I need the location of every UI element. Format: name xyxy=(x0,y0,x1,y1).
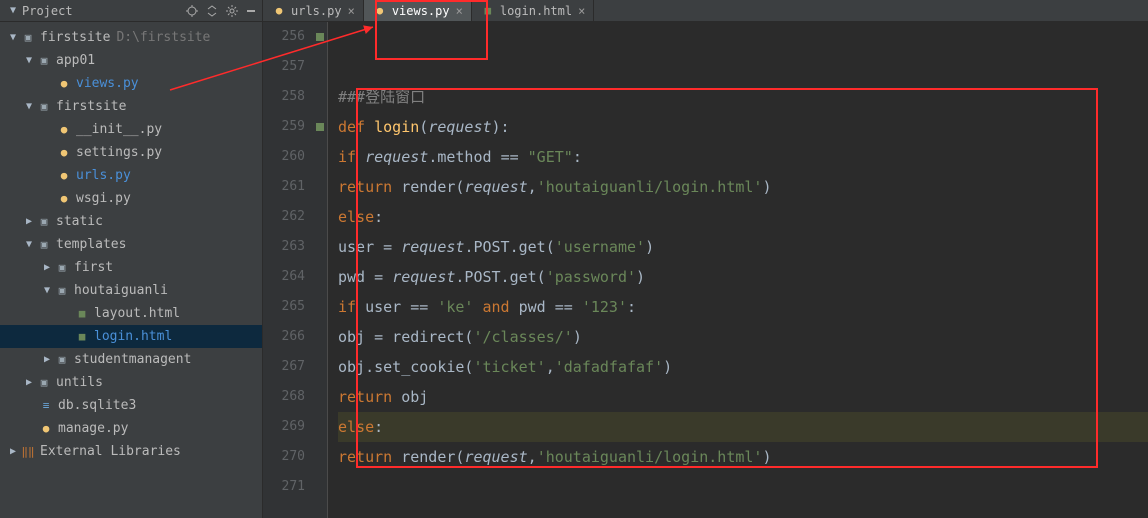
tree-templates[interactable]: ▼▣templates xyxy=(0,233,262,256)
line-number-gutter[interactable]: 256 257 258 259 260 261 262 263 264 265 … xyxy=(263,22,313,518)
vcs-mark-icon xyxy=(316,123,324,131)
tab-urls[interactable]: ●urls.py× xyxy=(263,0,364,21)
tree-manage-py[interactable]: ●manage.py xyxy=(0,417,262,440)
tree-studentmanagent[interactable]: ▶▣studentmanagent xyxy=(0,348,262,371)
locate-icon[interactable] xyxy=(186,5,198,17)
html-file-icon: ■ xyxy=(74,306,90,322)
folder-icon: ▣ xyxy=(36,237,52,253)
close-icon[interactable]: × xyxy=(348,4,355,18)
python-file-icon: ● xyxy=(271,3,287,19)
tree-views-py[interactable]: ●views.py xyxy=(0,72,262,95)
tree-houtaiguanli[interactable]: ▼▣houtaiguanli xyxy=(0,279,262,302)
tree-untils[interactable]: ▶▣untils xyxy=(0,371,262,394)
tree-firstsite[interactable]: ▼▣firstsite xyxy=(0,95,262,118)
html-file-icon: ■ xyxy=(480,3,496,19)
libraries-icon: ‖‖ xyxy=(20,444,36,460)
tab-login-html[interactable]: ■login.html× xyxy=(472,0,594,21)
folder-icon: ▣ xyxy=(36,214,52,230)
folder-icon: ▣ xyxy=(36,99,52,115)
marker-gutter[interactable] xyxy=(313,22,328,518)
tree-wsgi-py[interactable]: ●wsgi.py xyxy=(0,187,262,210)
python-file-icon: ● xyxy=(56,76,72,92)
tree-settings-py[interactable]: ●settings.py xyxy=(0,141,262,164)
folder-icon: ▣ xyxy=(20,30,36,46)
folder-icon: ▣ xyxy=(36,53,52,69)
python-file-icon: ● xyxy=(56,122,72,138)
project-panel-title: Project xyxy=(22,4,73,18)
editor-tabs: ●urls.py× ●views.py× ■login.html× xyxy=(263,0,1148,22)
folder-icon: ▣ xyxy=(54,283,70,299)
folder-icon: ▣ xyxy=(54,352,70,368)
python-file-icon: ● xyxy=(56,191,72,207)
tree-db[interactable]: ≡db.sqlite3 xyxy=(0,394,262,417)
tree-urls-py[interactable]: ●urls.py xyxy=(0,164,262,187)
vcs-mark-icon xyxy=(316,33,324,41)
sidebar-header: ▼ Project xyxy=(0,0,262,22)
tree-root[interactable]: ▼▣ firstsite D:\firstsite xyxy=(0,26,262,49)
folder-icon: ▣ xyxy=(36,375,52,391)
python-file-icon: ● xyxy=(56,145,72,161)
python-file-icon: ● xyxy=(372,3,388,19)
project-tree: ▼▣ firstsite D:\firstsite ▼▣app01 ●views… xyxy=(0,22,262,467)
html-file-icon: ■ xyxy=(74,329,90,345)
tree-login-html[interactable]: ■login.html xyxy=(0,325,262,348)
tree-first[interactable]: ▶▣first xyxy=(0,256,262,279)
collapse-all-icon[interactable] xyxy=(206,5,218,17)
tree-app01[interactable]: ▼▣app01 xyxy=(0,49,262,72)
tree-static[interactable]: ▶▣static xyxy=(0,210,262,233)
tree-external-libraries[interactable]: ▶‖‖External Libraries xyxy=(0,440,262,463)
tab-views[interactable]: ●views.py× xyxy=(364,0,472,21)
project-sidebar: ▼ Project ▼▣ firstsite D:\firstsite ▼▣ap… xyxy=(0,0,263,518)
close-icon[interactable]: × xyxy=(456,4,463,18)
editor-area: ●urls.py× ●views.py× ■login.html× 256 25… xyxy=(263,0,1148,518)
code-editor[interactable]: ###登陆窗口 def login(request): if request.m… xyxy=(328,22,1148,518)
database-icon: ≡ xyxy=(38,398,54,414)
tree-layout-html[interactable]: ■layout.html xyxy=(0,302,262,325)
tree-init-py[interactable]: ●__init__.py xyxy=(0,118,262,141)
gear-icon[interactable] xyxy=(226,5,238,17)
folder-icon: ▣ xyxy=(54,260,70,276)
close-icon[interactable]: × xyxy=(578,4,585,18)
hide-icon[interactable] xyxy=(246,6,256,16)
python-file-icon: ● xyxy=(56,168,72,184)
project-chevron[interactable]: ▼ xyxy=(6,5,20,16)
python-file-icon: ● xyxy=(38,421,54,437)
